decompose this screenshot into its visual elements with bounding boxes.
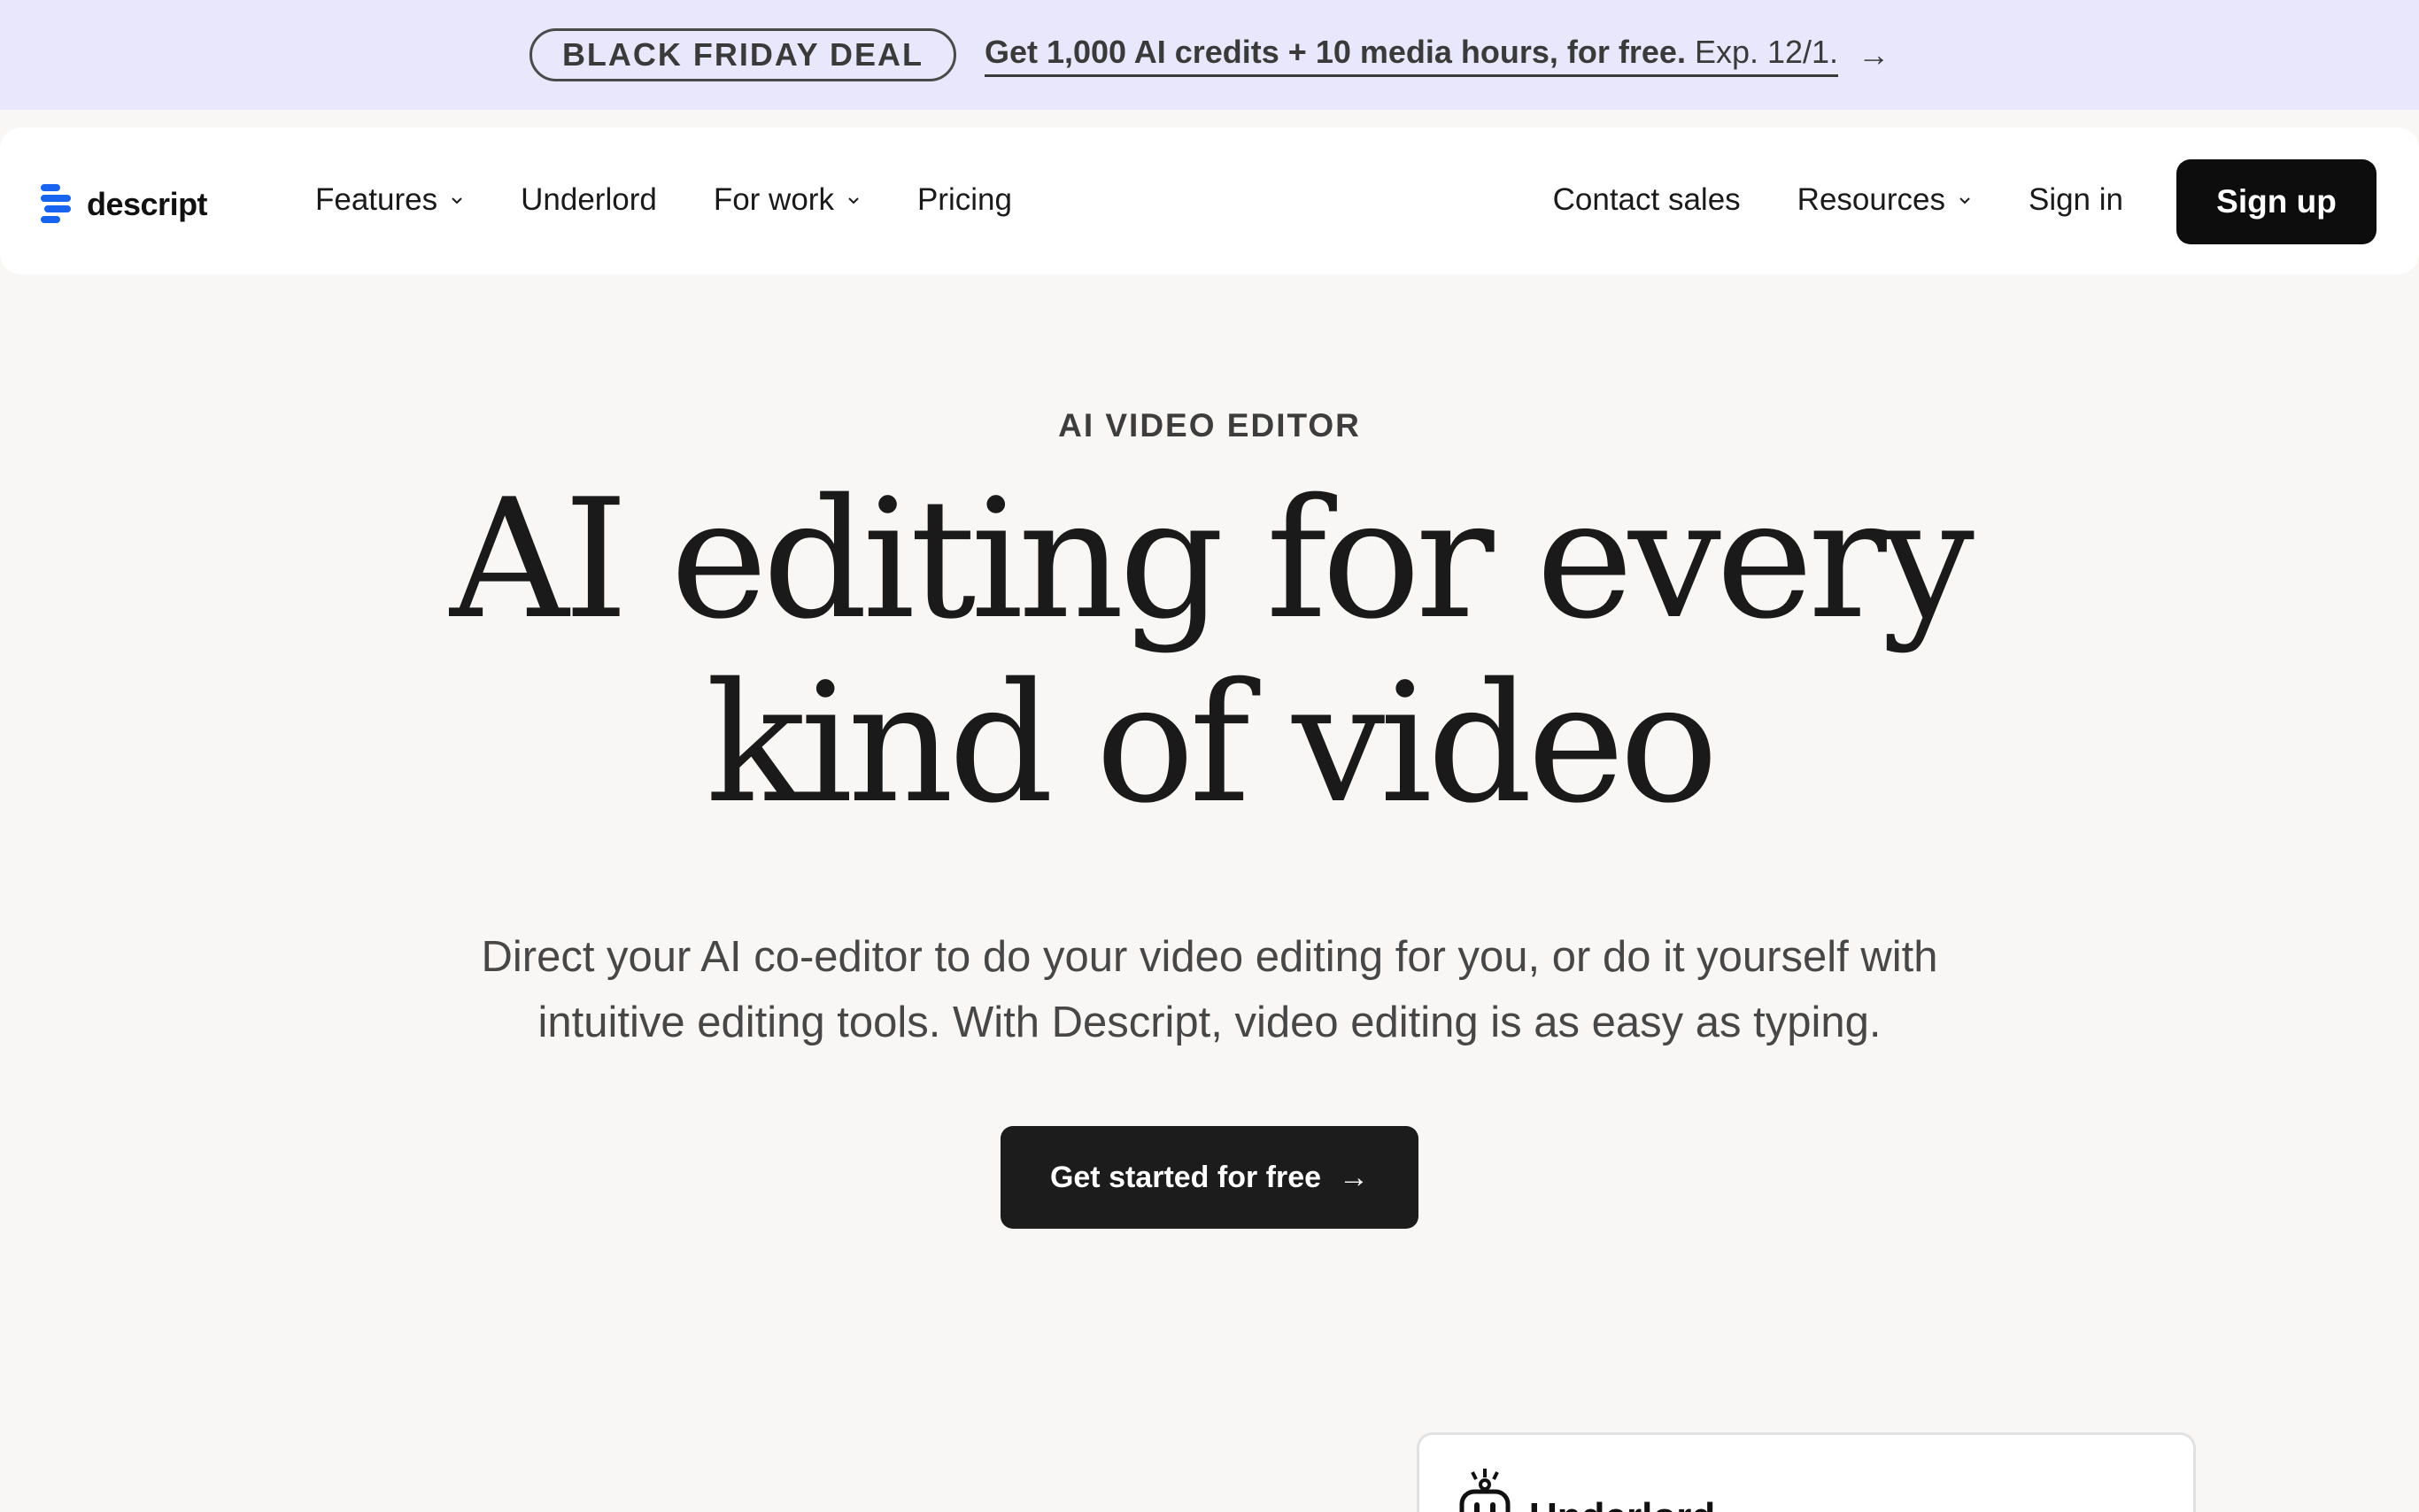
nav-item-sign-in[interactable]: Sign in [2029,182,2123,218]
card-title: Underlord [1529,1495,1715,1512]
chevron-down-icon [1959,197,1970,204]
nav-item-label: Underlord [521,182,657,217]
nav-right-menu: Contact sales Resources Sign in [1553,182,2123,218]
nav-item-pricing[interactable]: Pricing [917,182,1012,218]
promo-offer-text: Get 1,000 AI credits + 10 media hours, f… [984,33,1839,77]
promo-offer-bold: Get 1,000 AI credits + 10 media hours, f… [984,33,1686,70]
cta-label: Get started for free [1049,1160,1322,1194]
descript-logo-icon [41,184,76,225]
arrow-right-icon: → [1858,36,1890,73]
promo-banner: BLACK FRIDAY DEAL Get 1,000 AI credits +… [0,0,2419,110]
subhead-line-1: Direct your AI co-editor to do your vide… [481,933,1938,981]
nav-item-label: Pricing [916,182,1012,217]
subhead-line-2: intuitive editing tools. With Descript, … [537,999,1882,1046]
nav-left-menu: Features Underlord For work Pricing [315,182,1012,218]
nav-item-contact-sales[interactable]: Contact sales [1553,182,1741,218]
promo-offer-expiry: Exp. 12/1. [1685,33,1839,70]
headline-line-2: kind of video [706,647,1719,839]
nav-item-for-work[interactable]: For work [714,182,861,218]
nav-item-label: Resources [1797,182,1945,217]
get-started-button[interactable]: Get started for free → [1001,1126,1418,1229]
chevron-down-icon [452,197,462,204]
sign-up-button[interactable]: Sign up [2176,159,2376,244]
nav-item-label: Contact sales [1552,182,1741,217]
main-nav: descript Features Underlord For work Pri… [0,127,2419,274]
nav-item-label: Features [315,182,438,217]
hero-subhead: Direct your AI co-editor to do your vide… [354,924,2065,1055]
nav-item-label: For work [713,182,834,217]
chevron-down-icon [848,197,859,204]
nav-item-label: Sign in [2028,182,2123,217]
logo[interactable]: descript [41,184,208,225]
nav-item-features[interactable]: Features [315,182,464,218]
logo-text: descript [87,186,208,222]
nav-item-resources[interactable]: Resources [1797,182,1972,218]
hero-eyebrow: AI VIDEO EDITOR [1058,407,1361,444]
underlord-card: Underlord [1417,1432,2196,1512]
nav-item-underlord[interactable]: Underlord [521,182,657,218]
promo-offer-link[interactable]: Get 1,000 AI credits + 10 media hours, f… [984,33,1890,77]
robot-icon [1459,1469,1511,1512]
headline-line-1: AI editing for every [450,463,1975,655]
promo-badge[interactable]: BLACK FRIDAY DEAL [529,28,956,81]
arrow-right-icon: → [1339,1160,1370,1194]
hero-headline: AI editing for every kind of video [0,467,2419,836]
